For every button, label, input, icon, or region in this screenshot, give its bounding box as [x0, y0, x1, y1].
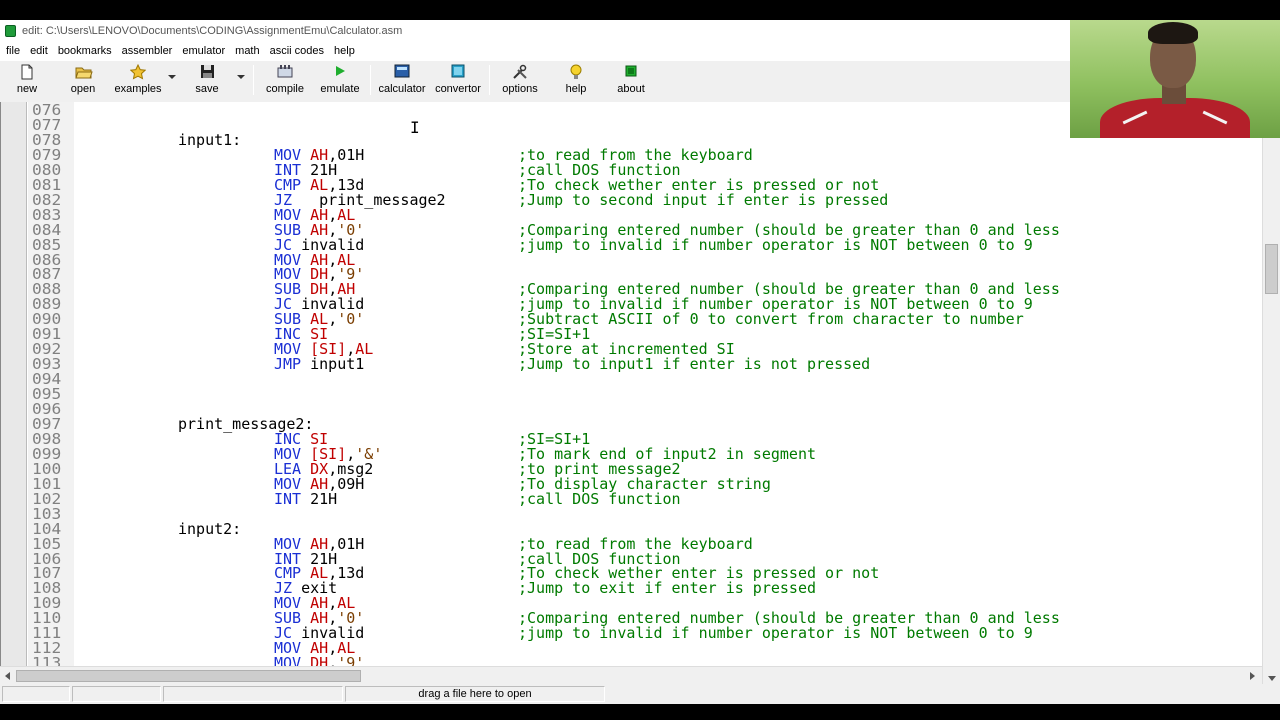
compile-button[interactable]: compile — [262, 64, 308, 98]
code-line: 085 JC invalid ;jump to invalid if number … — [1, 235, 1262, 254]
code-label: input1: — [178, 130, 242, 149]
calculator-button[interactable]: calculator — [376, 64, 428, 98]
compile-label: compile — [266, 83, 304, 95]
convertor-label: convertor — [435, 83, 481, 95]
convertor-icon — [450, 64, 466, 80]
code-line: 112 MOV AH,AL — [1, 641, 1262, 656]
code-editor[interactable]: 076 077 078 input1: 079 MOV AH,01H ;to read fr… — [0, 102, 1262, 676]
help-button[interactable]: help — [556, 64, 596, 98]
emulate-button[interactable]: emulate — [316, 64, 364, 98]
examples-label: examples — [114, 83, 162, 95]
menu-assembler[interactable]: assembler — [117, 42, 178, 61]
code-token-txt: input1 — [310, 355, 365, 374]
menu-emulator[interactable]: emulator — [177, 42, 230, 61]
menu-math[interactable]: math — [230, 42, 264, 61]
options-label: options — [502, 83, 538, 95]
star-icon — [129, 63, 147, 80]
examples-button[interactable]: examples — [112, 63, 164, 98]
new-file-icon — [19, 64, 35, 80]
about-label: about — [617, 83, 645, 95]
menu-edit[interactable]: edit — [25, 42, 53, 61]
text-cursor-icon: I — [410, 118, 420, 137]
menu-help[interactable]: help — [329, 42, 360, 61]
scroll-down-arrow-icon[interactable] — [1268, 676, 1276, 681]
menu-bookmarks[interactable]: bookmarks — [53, 42, 117, 61]
calculator-label: calculator — [378, 83, 426, 95]
app-icon — [5, 25, 16, 37]
vertical-scrollbar[interactable] — [1262, 102, 1280, 686]
options-button[interactable]: options — [498, 64, 542, 98]
open-label: open — [70, 83, 96, 95]
code-comment: ;call DOS function — [518, 489, 681, 508]
horizontal-scrollbar[interactable] — [0, 666, 1262, 684]
save-dropdown-arrow[interactable] — [237, 75, 245, 79]
code-token-str: '0' — [337, 310, 365, 329]
menu-ascii-codes[interactable]: ascii codes — [265, 42, 329, 61]
code-line: 111 JC invalid ;jump to invalid if number … — [1, 626, 1262, 641]
code-line: 093 JMP input1 ;Jump to input1 if enter is… — [1, 357, 1262, 372]
play-icon — [332, 64, 348, 80]
horizontal-scroll-thumb[interactable] — [16, 670, 361, 682]
emulate-label: emulate — [320, 83, 360, 95]
drag-drop-hint: drag a file here to open — [345, 686, 605, 702]
status-cell-1 — [2, 686, 70, 702]
code-line: 095 — [1, 387, 1262, 402]
new-label: new — [16, 83, 38, 95]
chip-icon — [623, 64, 639, 80]
toolbar-separator — [370, 65, 371, 95]
scroll-left-arrow-icon[interactable] — [5, 672, 10, 680]
code-line: 097 print_message2: — [1, 416, 1262, 432]
scroll-right-arrow-icon[interactable] — [1250, 672, 1255, 680]
code-comment: ;jump to invalid if number operator is N… — [518, 235, 1033, 254]
code-line: 108 JZ exit ;Jump to exit if enter is pres… — [1, 581, 1262, 596]
code-comment: ;Jump to exit if enter is pressed — [518, 579, 817, 598]
code-line: 086 MOV AH,AL — [1, 252, 1262, 268]
webcam-person-hair — [1148, 22, 1198, 44]
code-token-kw: JMP — [274, 355, 311, 374]
status-cell-2 — [72, 686, 161, 702]
code-comment: ;Jump to second input if enter is presse… — [518, 190, 889, 209]
tools-icon — [512, 64, 528, 80]
webcam-overlay — [1070, 20, 1280, 138]
code-label: input2: — [178, 519, 242, 538]
menu-file[interactable]: file — [0, 42, 25, 61]
floppy-disk-icon — [199, 64, 215, 80]
status-bar: drag a file here to open — [0, 684, 1280, 704]
code-token-kw: INT — [274, 489, 311, 508]
calculator-icon — [394, 64, 410, 80]
code-comment: ;Jump to input1 if enter is not pressed — [518, 355, 871, 374]
new-button[interactable]: new — [10, 64, 44, 98]
compile-icon — [277, 64, 293, 80]
code-line: 094 — [1, 372, 1262, 387]
code-instruction: INT 21H — [274, 489, 338, 508]
code-line: 090 SUB AL,'0' ;Subtract ASCII of 0 to con… — [1, 312, 1262, 327]
code-comment: ;jump to invalid if number operator is N… — [518, 624, 1033, 643]
save-label: save — [195, 83, 219, 95]
code-token-txt: , — [328, 310, 338, 329]
status-cell-3 — [163, 686, 343, 702]
code-instruction: JMP input1 — [274, 357, 364, 372]
code-token-txt: 21H — [310, 489, 338, 508]
open-folder-icon — [75, 64, 93, 80]
window-title: edit: C:\Users\LENOVO\Documents\CODING\A… — [22, 25, 403, 37]
examples-dropdown-arrow[interactable] — [168, 75, 176, 79]
toolbar-separator — [489, 65, 490, 95]
webcam-person-body — [1100, 98, 1250, 138]
about-button[interactable]: about — [612, 64, 650, 98]
open-button[interactable]: open — [64, 64, 102, 98]
code-comment: ;Subtract ASCII of 0 to convert from cha… — [518, 310, 1024, 329]
help-label: help — [565, 83, 587, 95]
code-line: 102 INT 21H ;call DOS function — [1, 489, 1262, 508]
save-button[interactable]: save — [190, 64, 224, 98]
lightbulb-icon — [568, 64, 584, 80]
toolbar-separator — [253, 65, 254, 95]
code-line: 082 JZ print_message2 ;Jump to second inpu… — [1, 190, 1262, 209]
convertor-button[interactable]: convertor — [432, 64, 484, 98]
vertical-scroll-thumb[interactable] — [1265, 244, 1278, 294]
